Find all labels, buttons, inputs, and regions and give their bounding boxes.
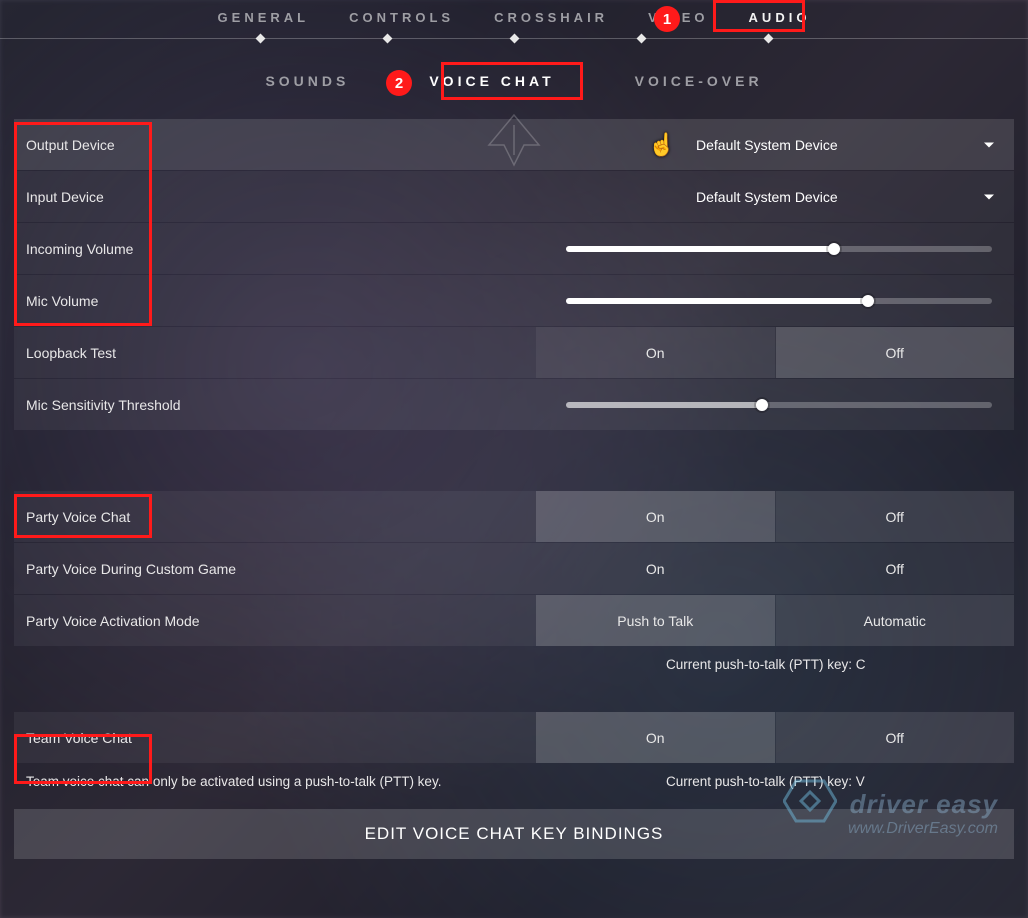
toggle-loopback-on[interactable]: On	[536, 327, 775, 378]
dropdown-output-device[interactable]: Default System Device	[536, 137, 1002, 153]
text-team-voice-note: Team voice chat can only be activated us…	[26, 774, 566, 789]
slider-incoming-volume[interactable]	[566, 246, 992, 252]
toggle-activation-ptt[interactable]: Push to Talk	[536, 595, 775, 646]
helper-team-voice: Team voice chat can only be activated us…	[14, 764, 1014, 789]
tab-controls[interactable]: CONTROLS	[349, 10, 454, 25]
chevron-down-icon	[984, 194, 994, 199]
tab-general[interactable]: GENERAL	[218, 10, 310, 25]
toggle-party-voice-on[interactable]: On	[536, 491, 775, 542]
dropdown-output-device-value: Default System Device	[696, 137, 838, 153]
subtab-voice-chat[interactable]: VOICE CHAT	[419, 69, 564, 93]
toggle-party-custom-off[interactable]: Off	[776, 543, 1015, 594]
tab-audio[interactable]: AUDIO	[749, 10, 811, 25]
chevron-down-icon	[984, 142, 994, 147]
text-team-ptt-key: Current push-to-talk (PTT) key: V	[566, 774, 1002, 789]
toggle-team-voice-on[interactable]: On	[536, 712, 775, 763]
row-party-activation: Party Voice Activation Mode Push to Talk…	[14, 595, 1014, 646]
row-input-device: Input Device Default System Device	[14, 171, 1014, 222]
label-party-activation: Party Voice Activation Mode	[26, 613, 536, 629]
dropdown-input-device-value: Default System Device	[696, 189, 838, 205]
toggle-party-voice-off[interactable]: Off	[776, 491, 1015, 542]
label-team-voice-chat: Team Voice Chat	[26, 730, 536, 746]
toggle-loopback-off[interactable]: Off	[776, 327, 1015, 378]
row-team-voice-chat: Team Voice Chat On Off	[14, 712, 1014, 763]
text-party-ptt-key: Current push-to-talk (PTT) key: C	[566, 657, 1002, 672]
dropdown-input-device[interactable]: Default System Device	[536, 189, 1002, 205]
tab-crosshair[interactable]: CROSSHAIR	[494, 10, 608, 25]
row-loopback-test: Loopback Test On Off	[14, 327, 1014, 378]
label-mic-sensitivity: Mic Sensitivity Threshold	[26, 397, 536, 413]
edit-key-bindings-button[interactable]: EDIT VOICE CHAT KEY BINDINGS	[14, 809, 1014, 859]
annotation-badge-1: 1	[654, 6, 680, 32]
subtab-sounds[interactable]: SOUNDS	[255, 69, 359, 93]
row-incoming-volume: Incoming Volume	[14, 223, 1014, 274]
row-mic-volume: Mic Volume	[14, 275, 1014, 326]
sub-nav: SOUNDS VOICE CHAT VOICE-OVER	[0, 39, 1028, 119]
label-output-device: Output Device	[26, 137, 536, 153]
toggle-team-voice-off[interactable]: Off	[776, 712, 1015, 763]
row-party-voice-custom: Party Voice During Custom Game On Off	[14, 543, 1014, 594]
label-party-voice-custom: Party Voice During Custom Game	[26, 561, 536, 577]
row-party-voice-chat: Party Voice Chat On Off	[14, 491, 1014, 542]
toggle-party-custom-on[interactable]: On	[536, 543, 775, 594]
label-party-voice-chat: Party Voice Chat	[26, 509, 536, 525]
label-input-device: Input Device	[26, 189, 536, 205]
label-incoming-volume: Incoming Volume	[26, 241, 536, 257]
helper-party-ptt: Current push-to-talk (PTT) key: C	[14, 647, 1014, 672]
label-loopback-test: Loopback Test	[26, 345, 536, 361]
row-mic-sensitivity: Mic Sensitivity Threshold	[14, 379, 1014, 430]
annotation-badge-2: 2	[386, 70, 412, 96]
toggle-activation-automatic[interactable]: Automatic	[776, 595, 1015, 646]
row-output-device: Output Device Default System Device	[14, 119, 1014, 170]
subtab-voice-over[interactable]: VOICE-OVER	[625, 69, 773, 93]
label-mic-volume: Mic Volume	[26, 293, 536, 309]
slider-mic-volume[interactable]	[566, 298, 992, 304]
top-nav: GENERAL CONTROLS CROSSHAIR VIDEO AUDIO	[0, 0, 1028, 39]
slider-mic-sensitivity[interactable]	[566, 402, 992, 408]
